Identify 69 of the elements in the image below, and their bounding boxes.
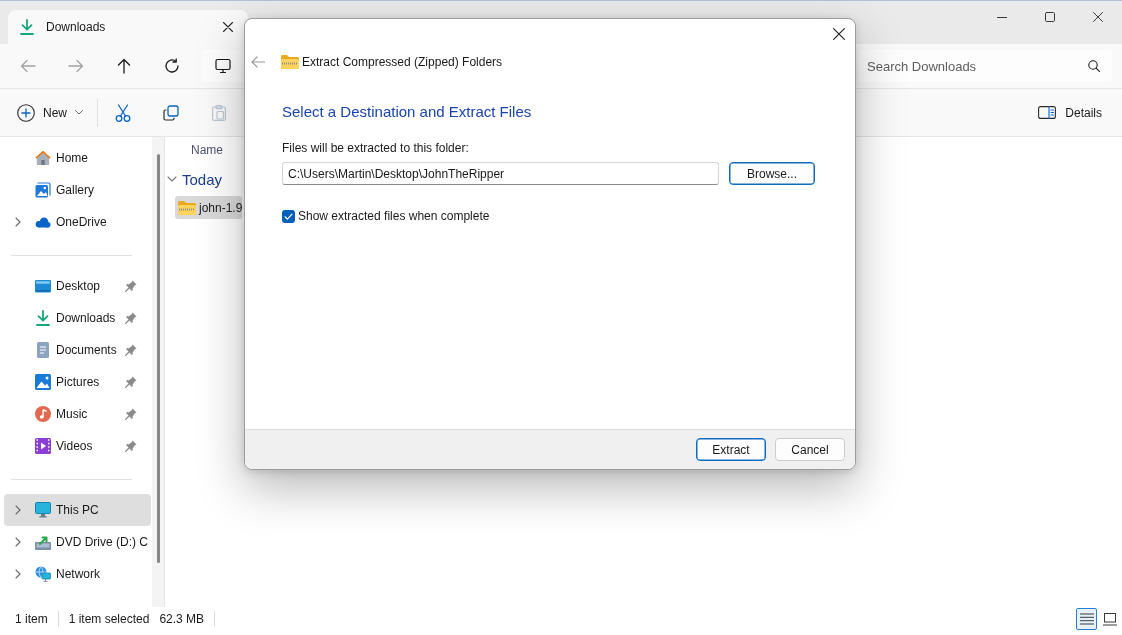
tab[interactable]: Downloads [8,10,248,44]
selection-size: 62.3 MB [159,612,205,626]
music-note-icon [35,406,51,422]
document-icon [37,342,49,358]
close-icon [223,22,233,32]
video-icon [35,438,51,454]
sidebar-item[interactable]: Desktop [4,270,151,302]
drive-icon [35,534,51,550]
browse-button[interactable]: Browse... [729,162,815,185]
sidebar-item[interactable]: Network [4,558,151,590]
checkbox-label: Show extracted files when complete [298,209,490,223]
back-arrow-icon [251,56,265,68]
sidebar-item[interactable]: Home [4,142,151,174]
details-pane-icon [1038,106,1057,119]
sidebar-item[interactable]: Music [4,398,151,430]
sidebar-item[interactable]: Downloads [4,302,151,334]
scrollbar-thumb[interactable] [156,154,160,563]
new-button[interactable]: New [8,96,91,129]
list-view-icon [1079,613,1094,625]
dialog-button[interactable]: Cancel [775,438,845,461]
cloud-icon [35,216,51,228]
monitor-icon [35,502,51,518]
desktop-icon [35,279,51,293]
refresh-icon [164,58,180,74]
sidebar-item[interactable]: Documents [4,334,151,366]
view-button[interactable] [1076,608,1097,630]
sidebar-item[interactable]: DVD Drive (D:) C [4,526,151,558]
selection-count: 1 item selected [68,612,150,626]
maximize-icon [1045,12,1055,22]
sidebar-item[interactable]: OneDrive [4,206,151,238]
tile-view-icon [1102,612,1117,626]
copy-icon [163,104,179,121]
scissors-icon [115,103,131,122]
zip-folder-icon [178,200,196,215]
close-icon [833,27,845,40]
gallery-icon [35,182,51,198]
address-field[interactable] [202,50,246,82]
search-icon [1088,60,1100,72]
up-arrow-icon [116,58,132,74]
checkbox[interactable] [282,209,295,223]
file-row[interactable]: john-1.9 [175,196,243,219]
dialog-button[interactable]: Extract [696,438,766,461]
sidebar-item[interactable]: This PC [4,494,151,526]
picture-icon [35,374,51,390]
sidebar-item[interactable]: Pictures [4,366,151,398]
monitor-icon [215,58,231,74]
download-icon [36,310,50,326]
close-icon [1093,12,1103,22]
item-count: 1 item [15,612,48,626]
plus-circle-icon [17,103,35,122]
minimize-icon [997,16,1007,18]
download-icon [20,19,34,35]
path-input[interactable]: C:\Users\Martin\Desktop\JohnTheRipper [282,162,719,185]
search-field[interactable]: Search Downloads [858,50,1112,82]
dialog-title: Extract Compressed (Zipped) Folders [302,55,503,69]
network-icon [35,566,51,582]
dialog-heading: Select a Destination and Extract Files [282,102,532,122]
home-icon [35,150,51,166]
back-arrow-icon [20,58,36,74]
clipboard-icon [212,104,226,121]
sidebar-item[interactable]: Gallery [4,174,151,206]
caret-icon [75,110,83,115]
forward-arrow-icon [68,58,84,74]
zip-folder-icon [281,55,299,69]
column-header[interactable]: Name [191,143,223,157]
details-button[interactable]: Details [1030,96,1110,129]
field-label: Files will be extracted to this folder: [282,140,469,156]
sidebar-item[interactable]: Videos [4,430,151,462]
group-header[interactable]: Today [167,170,223,188]
